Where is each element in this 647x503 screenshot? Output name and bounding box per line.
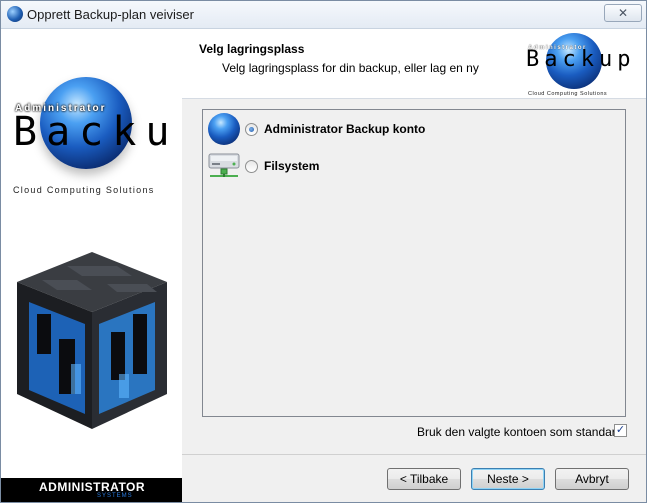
globe-icon xyxy=(208,113,240,145)
option-label: Administrator Backup konto xyxy=(264,122,426,136)
default-account-checkbox[interactable]: ✓ xyxy=(614,424,627,437)
next-button[interactable]: Neste > xyxy=(471,468,545,490)
title-bar[interactable]: Opprett Backup-plan veiviser ✕ xyxy=(1,1,646,29)
company-sub: SYSTEMS xyxy=(97,493,133,499)
wizard-window: Opprett Backup-plan veiviser ✕ Administr… xyxy=(0,0,647,503)
wizard-header: Velg lagringsplass Velg lagringsplass fo… xyxy=(182,29,646,99)
cancel-button[interactable]: Avbryt xyxy=(555,468,629,490)
radio-administrator-backup[interactable] xyxy=(245,123,258,136)
default-account-row[interactable]: Bruk den valgte kontoen som standard ✓ xyxy=(417,424,627,440)
administrator-backup-logo: Administrator Backup Cloud Computing Sol… xyxy=(1,73,203,203)
option-administrator-backup[interactable]: Administrator Backup konto xyxy=(208,113,608,145)
divider xyxy=(182,454,646,455)
step-title: Velg lagringsplass xyxy=(199,42,305,56)
drive-icon xyxy=(208,153,240,177)
cube-graphic-icon xyxy=(17,252,167,429)
header-logo-tagline: Cloud Computing Solutions xyxy=(528,91,608,97)
storage-options-list[interactable]: Administrator Backup konto Filsystem xyxy=(202,109,626,417)
header-logo-backup: Backup xyxy=(526,47,636,72)
company-brand-bar: ADMINISTRATOR SYSTEMS xyxy=(1,478,182,502)
left-branding-panel: Administrator Backup Cloud Computing Sol… xyxy=(1,29,203,502)
option-label: Filsystem xyxy=(264,159,320,173)
close-button[interactable]: ✕ xyxy=(604,4,642,22)
company-name: ADMINISTRATOR xyxy=(39,480,146,494)
logo-tagline: Cloud Computing Solutions xyxy=(13,185,155,195)
default-account-label: Bruk den valgte kontoen som standard xyxy=(417,425,623,439)
radio-filsystem[interactable] xyxy=(245,160,258,173)
app-globe-icon xyxy=(7,6,23,22)
close-icon: ✕ xyxy=(617,6,629,20)
header-logo: Administrator Backup Cloud Computing Sol… xyxy=(524,31,630,97)
step-subtitle: Velg lagringsplass for din backup, eller… xyxy=(222,61,479,75)
option-filsystem[interactable]: Filsystem xyxy=(208,150,608,182)
back-button[interactable]: < Tilbake xyxy=(387,468,461,490)
wizard-content: Administrator Backup konto Filsystem Bru… xyxy=(182,99,646,502)
window-title: Opprett Backup-plan veiviser xyxy=(27,7,194,22)
check-icon: ✓ xyxy=(615,424,626,436)
